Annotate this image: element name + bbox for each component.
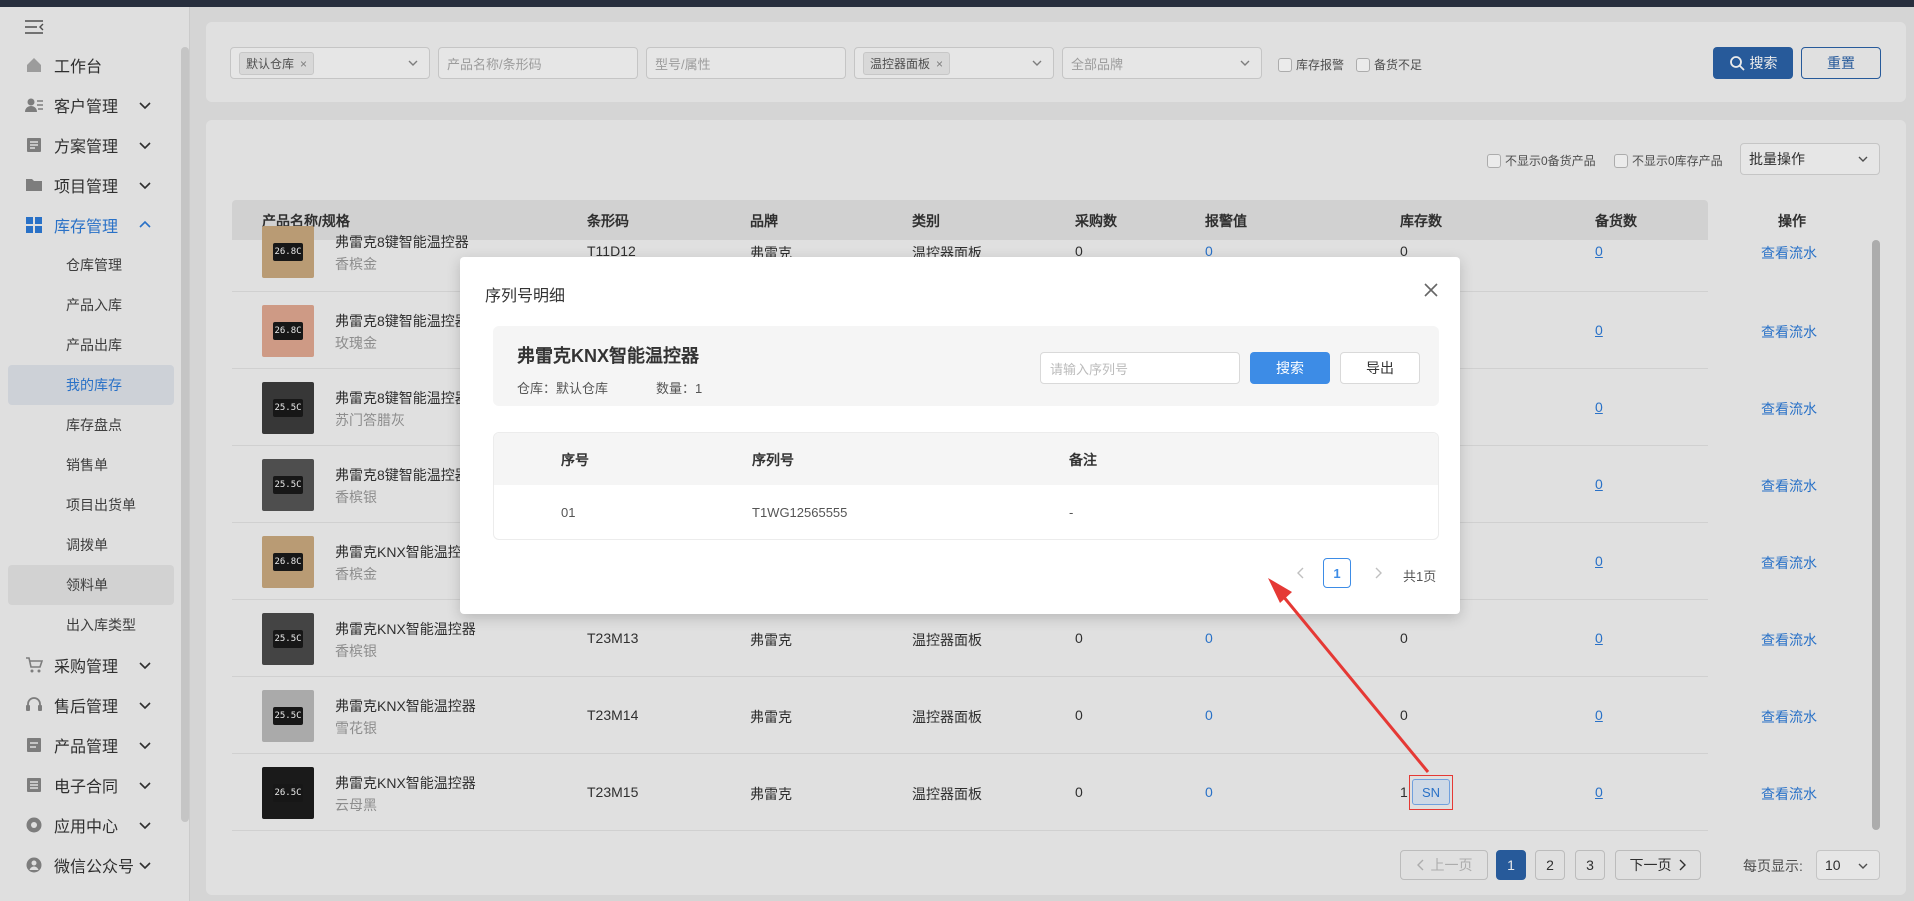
serial-table-header [494,433,1438,485]
modal-total-pages: 共1页 [1403,569,1437,584]
column-header-serial: 序列号 [752,452,794,468]
serial-row-remark: - [1069,505,1074,520]
quantity-info: 数量：1 [656,381,703,396]
serial-table: 序号 序列号 备注 01 T1WG12565555 - [493,432,1439,540]
modal-page-button-1[interactable]: 1 [1323,558,1351,588]
button-label: 搜索 [1276,360,1304,376]
modal-next-page-icon[interactable] [1373,567,1383,579]
serial-detail-dialog: 序列号明细 弗雷克KNX智能温控器 仓库：默认仓库 数量：1 请输入序列号 搜索… [460,257,1460,614]
annotation-highlight-box [1409,775,1453,810]
warehouse-info: 仓库：默认仓库 [517,381,609,396]
product-name: 弗雷克KNX智能温控器 [517,346,700,366]
product-info-box: 弗雷克KNX智能温控器 仓库：默认仓库 数量：1 请输入序列号 搜索 导出 [493,326,1439,406]
serial-search-button[interactable]: 搜索 [1250,352,1330,384]
close-icon[interactable] [1424,283,1438,297]
dialog-title: 序列号明细 [485,288,566,305]
column-header-index: 序号 [561,452,589,468]
page-number: 1 [1333,565,1341,581]
input-placeholder: 请输入序列号 [1050,361,1129,377]
button-label: 导出 [1366,360,1394,376]
export-button[interactable]: 导出 [1340,352,1420,384]
serial-row-index: 01 [561,505,576,520]
column-header-remark: 备注 [1069,452,1097,468]
serial-search-input[interactable]: 请输入序列号 [1040,352,1240,384]
modal-prev-page-icon[interactable] [1296,567,1306,579]
serial-row-serial: T1WG12565555 [752,505,848,520]
